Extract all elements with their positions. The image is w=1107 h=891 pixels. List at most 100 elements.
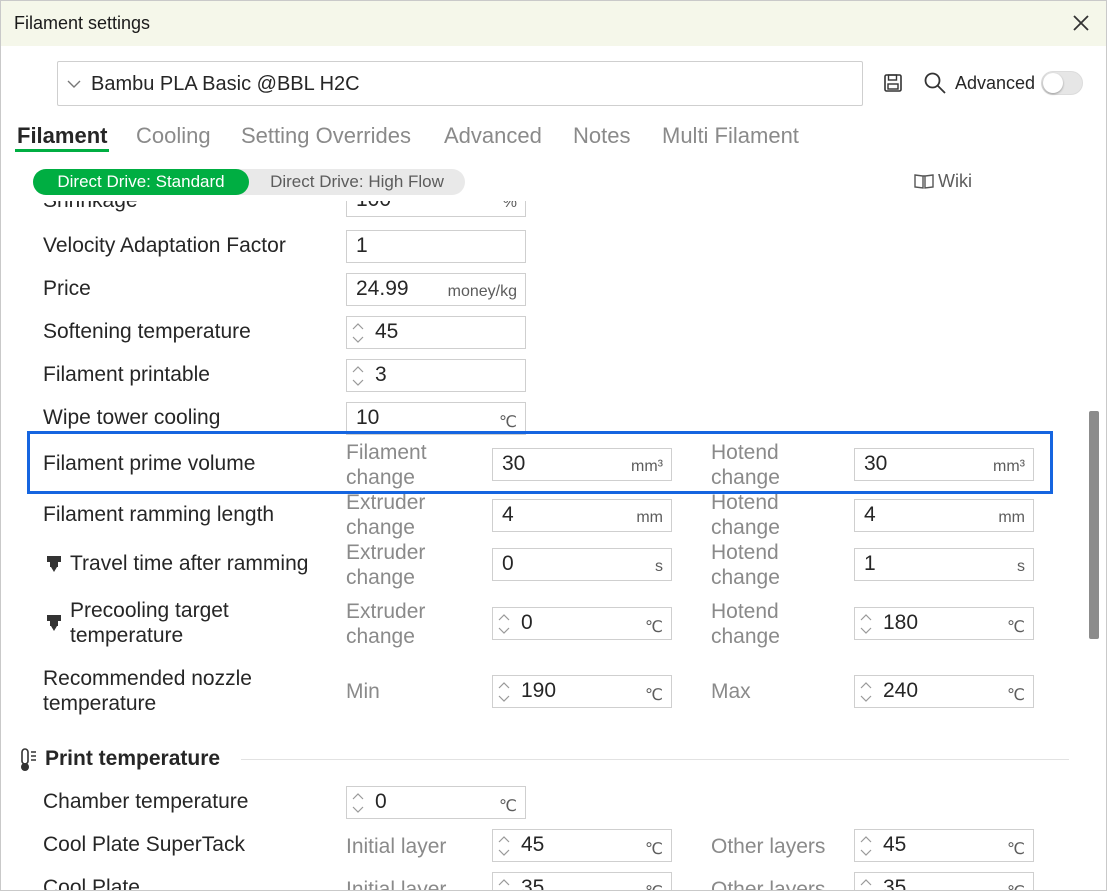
label-filament-printable: Filament printable	[43, 363, 210, 386]
advanced-label: Advanced	[955, 73, 1036, 93]
supertack-initial-input[interactable]: 45 ℃	[492, 829, 672, 862]
spinner-arrows-icon[interactable]	[497, 876, 511, 891]
travel-u1: s	[655, 558, 663, 575]
coolplate-sub-other: Other layers	[711, 878, 826, 891]
travel-sub-extruder-change: Extruder change	[346, 541, 426, 589]
softening-temperature-input[interactable]: 45	[346, 316, 526, 349]
precool-sub-extruder-change: Extruder change	[346, 600, 426, 648]
label-price: Price	[43, 277, 91, 300]
travel-sub-hotend-change: Hotend change	[711, 541, 780, 589]
toggle-knob	[1043, 73, 1063, 93]
travel-v2: 1	[864, 552, 876, 575]
ramming-u1: mm	[636, 509, 663, 526]
supertack-u1: ℃	[645, 841, 663, 858]
label-chamber-temperature: Chamber temperature	[43, 790, 249, 813]
price-input[interactable]: 24.99 money/kg	[346, 273, 526, 306]
active-tab-indicator	[15, 149, 109, 152]
spinner-arrows-icon[interactable]	[351, 320, 365, 346]
ramming-extruder-change-input[interactable]: 4 mm	[492, 499, 672, 532]
preset-dropdown[interactable]: Bambu PLA Basic @BBL H2C	[57, 61, 863, 106]
thermometer-icon	[21, 748, 36, 771]
label-travel-time-after-ramming: Travel time after ramming	[70, 552, 309, 575]
chevron-down-icon	[67, 80, 81, 88]
book-icon[interactable]	[914, 173, 934, 189]
close-icon[interactable]	[1067, 9, 1095, 37]
ramming-hotend-change-input[interactable]: 4 mm	[854, 499, 1034, 532]
label-cool-plate: Cool Plate	[43, 876, 140, 891]
tab-notes[interactable]: Notes	[573, 123, 630, 149]
precool-u1: ℃	[645, 619, 663, 636]
coolplate-initial-input[interactable]: 35 ℃	[492, 872, 672, 891]
settings-scroll-area[interactable]: Shrinkage 100 % Velocity Adaptation Fact…	[1, 201, 1086, 891]
nozzle-sub-min: Min	[346, 680, 380, 703]
spinner-arrows-icon[interactable]	[497, 679, 511, 705]
nozzle-min-input[interactable]: 190 ℃	[492, 675, 672, 708]
tab-setting-overrides[interactable]: Setting Overrides	[241, 123, 411, 149]
spinner-arrows-icon[interactable]	[497, 833, 511, 859]
ramming-sub-hotend-change: Hotend change	[711, 491, 780, 539]
precool-v2: 180	[883, 611, 919, 634]
drive-mode-segment: Direct Drive: Standard Direct Drive: Hig…	[33, 169, 465, 195]
chamber-unit: ℃	[499, 798, 517, 815]
precool-extruder-change-input[interactable]: 0 ℃	[492, 607, 672, 640]
advanced-toggle[interactable]	[1041, 71, 1083, 95]
price-unit: money/kg	[447, 283, 517, 300]
section-divider	[241, 759, 1069, 760]
spinner-arrows-icon[interactable]	[351, 790, 365, 816]
tab-multi-filament[interactable]: Multi Filament	[662, 123, 799, 149]
spinner-arrows-icon[interactable]	[859, 611, 873, 637]
preset-name: Bambu PLA Basic @BBL H2C	[91, 73, 360, 95]
coolplate-v1: 35	[521, 876, 545, 891]
label-recommended-nozzle-2: temperature	[43, 692, 157, 715]
scrollbar-thumb[interactable]	[1089, 411, 1099, 639]
velocity-adaptation-input[interactable]: 1	[346, 230, 526, 263]
travel-hotend-change-input[interactable]: 1 s	[854, 548, 1034, 581]
label-velocity-adaptation: Velocity Adaptation Factor	[43, 234, 286, 257]
coolplate-other-input[interactable]: 35 ℃	[854, 872, 1034, 891]
save-icon[interactable]	[883, 73, 903, 93]
spinner-arrows-icon[interactable]	[859, 833, 873, 859]
coolplate-sub-initial: Initial layer	[346, 878, 447, 891]
spinner-arrows-icon[interactable]	[859, 679, 873, 705]
spinner-arrows-icon[interactable]	[859, 876, 873, 891]
tab-filament[interactable]: Filament	[17, 123, 107, 149]
ramming-v2: 4	[864, 503, 876, 526]
label-wipe-tower-cooling: Wipe tower cooling	[43, 406, 221, 429]
wiki-link[interactable]: Wiki	[938, 171, 972, 192]
nozzle-icon	[47, 556, 61, 572]
coolplate-u1: ℃	[645, 882, 663, 890]
search-icon[interactable]	[923, 71, 947, 95]
printable-value: 3	[375, 363, 387, 386]
chamber-value: 0	[375, 790, 387, 813]
spinner-arrows-icon[interactable]	[351, 363, 365, 389]
label-recommended-nozzle-1: Recommended nozzle	[43, 667, 252, 690]
travel-u2: s	[1017, 558, 1025, 575]
travel-v1: 0	[502, 552, 514, 575]
label-precooling-target-1: Precooling target	[70, 599, 229, 622]
supertack-v2: 45	[883, 833, 907, 856]
nozzle-v2: 240	[883, 679, 919, 702]
coolplate-u2: ℃	[1007, 882, 1025, 890]
nozzle-sub-max: Max	[711, 680, 751, 703]
label-softening-temperature: Softening temperature	[43, 320, 251, 343]
spinner-arrows-icon[interactable]	[497, 611, 511, 637]
supertack-sub-other: Other layers	[711, 835, 826, 858]
travel-extruder-change-input[interactable]: 0 s	[492, 548, 672, 581]
supertack-other-input[interactable]: 45 ℃	[854, 829, 1034, 862]
shrinkage-input[interactable]: 100 %	[346, 201, 526, 217]
segment-direct-drive-standard[interactable]: Direct Drive: Standard	[33, 169, 249, 195]
tab-cooling[interactable]: Cooling	[136, 123, 211, 149]
ramming-v1: 4	[502, 503, 514, 526]
chamber-temperature-input[interactable]: 0 ℃	[346, 786, 526, 819]
filament-printable-input[interactable]: 3	[346, 359, 526, 392]
nozzle-icon	[47, 615, 61, 631]
nozzle-v1: 190	[521, 679, 557, 702]
precool-hotend-change-input[interactable]: 180 ℃	[854, 607, 1034, 640]
title-bar	[1, 1, 1106, 46]
section-print-temperature: Print temperature	[45, 747, 221, 770]
segment-direct-drive-high-flow[interactable]: Direct Drive: High Flow	[249, 169, 465, 195]
nozzle-max-input[interactable]: 240 ℃	[854, 675, 1034, 708]
shrinkage-unit: %	[502, 201, 517, 211]
tab-advanced[interactable]: Advanced	[444, 123, 542, 149]
supertack-u2: ℃	[1007, 841, 1025, 858]
